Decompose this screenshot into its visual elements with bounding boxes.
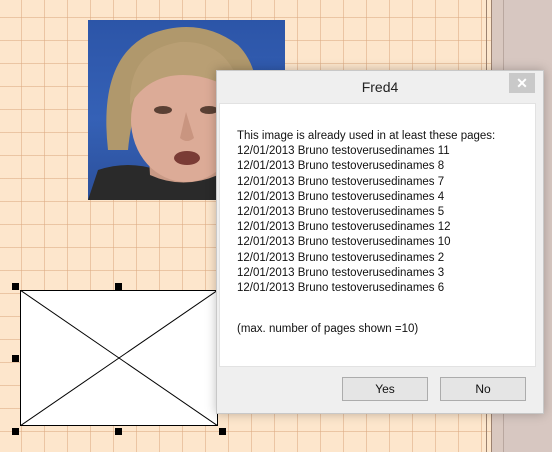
max-pages-note: (max. number of pages shown =10)	[237, 323, 419, 335]
page-list-item: 12/01/2013 Bruno testoverusedinames 8	[237, 160, 445, 173]
page-list-item: 12/01/2013 Bruno testoverusedinames 4	[237, 190, 445, 203]
dialog-title: Fred4	[361, 79, 399, 95]
close-icon[interactable]: ✕	[509, 73, 535, 93]
page-list-item: 12/01/2013 Bruno testoverusedinames 3	[237, 266, 445, 279]
page-list-item: 12/01/2013 Bruno testoverusedinames 2	[237, 251, 445, 264]
image-usage-dialog: Fred4 ✕ This image is already used in at…	[216, 70, 544, 414]
resize-handle[interactable]	[219, 428, 226, 435]
resize-handle[interactable]	[115, 283, 122, 290]
resize-handle[interactable]	[115, 428, 122, 435]
message-heading: This image is already used in at least t…	[237, 130, 496, 142]
dialog-content: This image is already used in at least t…	[219, 103, 536, 367]
resize-handle[interactable]	[12, 428, 19, 435]
no-button[interactable]: No	[440, 377, 526, 401]
page-list-item: 12/01/2013 Bruno testoverusedinames 12	[237, 221, 451, 234]
message-text: This image is already used in at least t…	[237, 129, 495, 296]
empty-image-frame[interactable]	[20, 290, 218, 426]
page-list-item: 12/01/2013 Bruno testoverusedinames 5	[237, 206, 445, 219]
resize-handle[interactable]	[12, 283, 19, 290]
page-list-item: 12/01/2013 Bruno testoverusedinames 6	[237, 282, 445, 295]
yes-button[interactable]: Yes	[342, 377, 428, 401]
resize-handle[interactable]	[12, 355, 19, 362]
page-list-item: 12/01/2013 Bruno testoverusedinames 10	[237, 236, 451, 249]
page-list-item: 12/01/2013 Bruno testoverusedinames 7	[237, 175, 445, 188]
page-list-item: 12/01/2013 Bruno testoverusedinames 11	[237, 145, 450, 158]
